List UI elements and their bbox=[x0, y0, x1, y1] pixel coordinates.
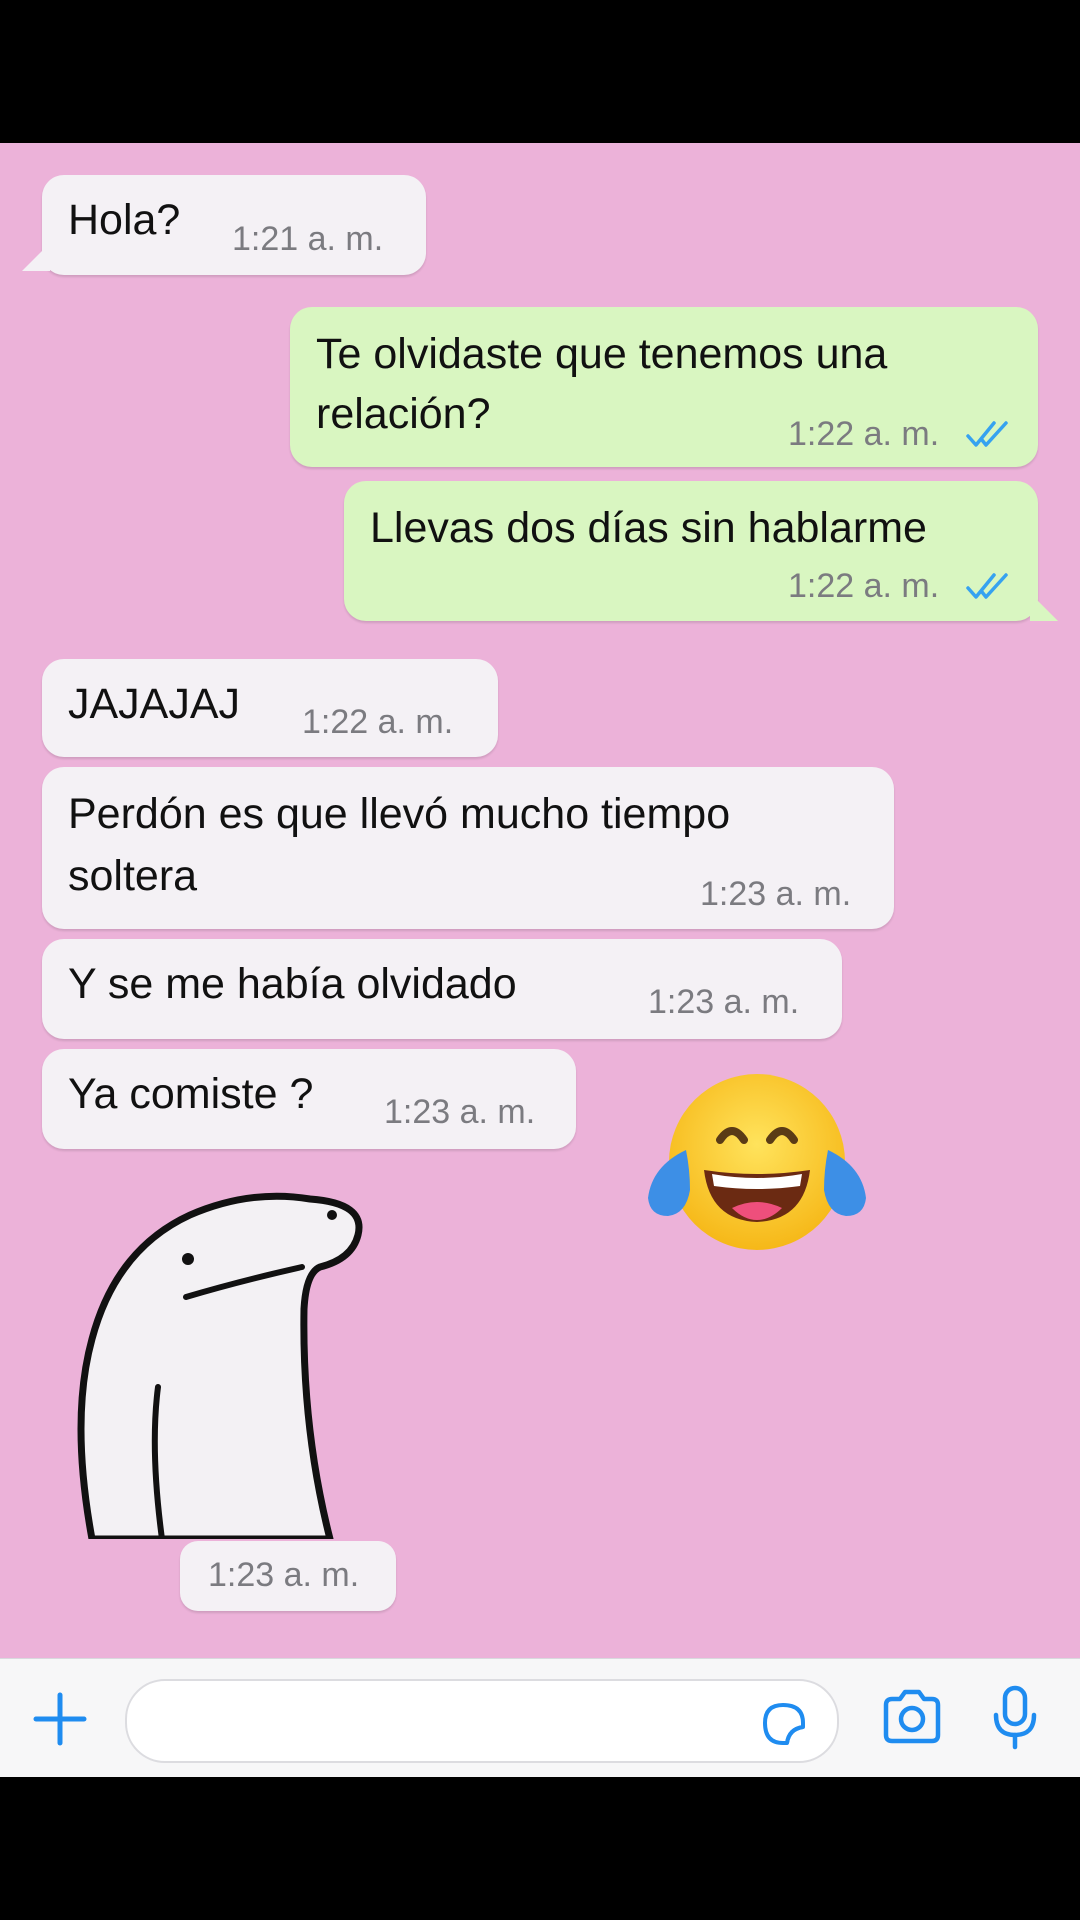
message-text-line1: Perdón es que llevó mucho tiempo bbox=[68, 790, 731, 838]
message-text: Ya comiste ? bbox=[68, 1070, 314, 1118]
camera-icon[interactable] bbox=[880, 1689, 944, 1747]
read-double-check-icon bbox=[966, 421, 1008, 447]
message-time: 1:23 a. m. bbox=[700, 875, 852, 913]
message-bubble-incoming[interactable]: Ya comiste ? 1:23 a. m. bbox=[42, 1049, 576, 1149]
sticker-icon[interactable] bbox=[759, 1699, 809, 1749]
message-input[interactable] bbox=[125, 1679, 839, 1763]
message-bubble-incoming[interactable]: Hola? 1:21 a. m. bbox=[42, 175, 426, 275]
chat-screen: Hola? 1:21 a. m. Te olvidaste que tenemo… bbox=[0, 143, 1080, 1777]
flork-sticker[interactable] bbox=[70, 1169, 370, 1539]
sticker-time-pill: 1:23 a. m. bbox=[180, 1541, 396, 1611]
input-bar bbox=[0, 1658, 1080, 1777]
bubble-tail bbox=[1030, 593, 1058, 621]
message-text: Y se me había olvidado bbox=[68, 960, 517, 1008]
message-time: 1:23 a. m. bbox=[648, 983, 800, 1021]
tears-of-joy-emoji bbox=[648, 1074, 866, 1250]
message-bubble-outgoing[interactable]: Te olvidaste que tenemos una relación? 1… bbox=[290, 307, 1038, 467]
bubble-tail bbox=[22, 243, 50, 271]
message-text-line2: soltera bbox=[68, 852, 198, 900]
message-time: 1:22 a. m. bbox=[788, 415, 940, 453]
message-bubble-incoming[interactable]: Perdón es que llevó mucho tiempo soltera… bbox=[42, 767, 894, 929]
microphone-icon[interactable] bbox=[990, 1685, 1040, 1751]
message-time: 1:23 a. m. bbox=[384, 1093, 536, 1131]
message-text-line1: Te olvidaste que tenemos una bbox=[316, 330, 888, 378]
message-time: 1:21 a. m. bbox=[232, 220, 384, 258]
message-text: Llevas dos días sin hablarme bbox=[370, 504, 927, 552]
message-bubble-incoming[interactable]: JAJAJAJ 1:22 a. m. bbox=[42, 659, 498, 757]
message-text: JAJAJAJ bbox=[68, 680, 241, 728]
message-time: 1:22 a. m. bbox=[302, 703, 454, 741]
plus-icon[interactable] bbox=[32, 1691, 88, 1747]
read-double-check-icon bbox=[966, 573, 1008, 599]
message-bubble-outgoing[interactable]: Llevas dos días sin hablarme 1:22 a. m. bbox=[344, 481, 1038, 621]
message-text: Hola? bbox=[68, 196, 181, 244]
message-time: 1:22 a. m. bbox=[788, 567, 940, 605]
message-time: 1:23 a. m. bbox=[208, 1556, 360, 1594]
message-text-line2: relación? bbox=[316, 390, 491, 438]
message-bubble-incoming[interactable]: Y se me había olvidado 1:23 a. m. bbox=[42, 939, 842, 1039]
